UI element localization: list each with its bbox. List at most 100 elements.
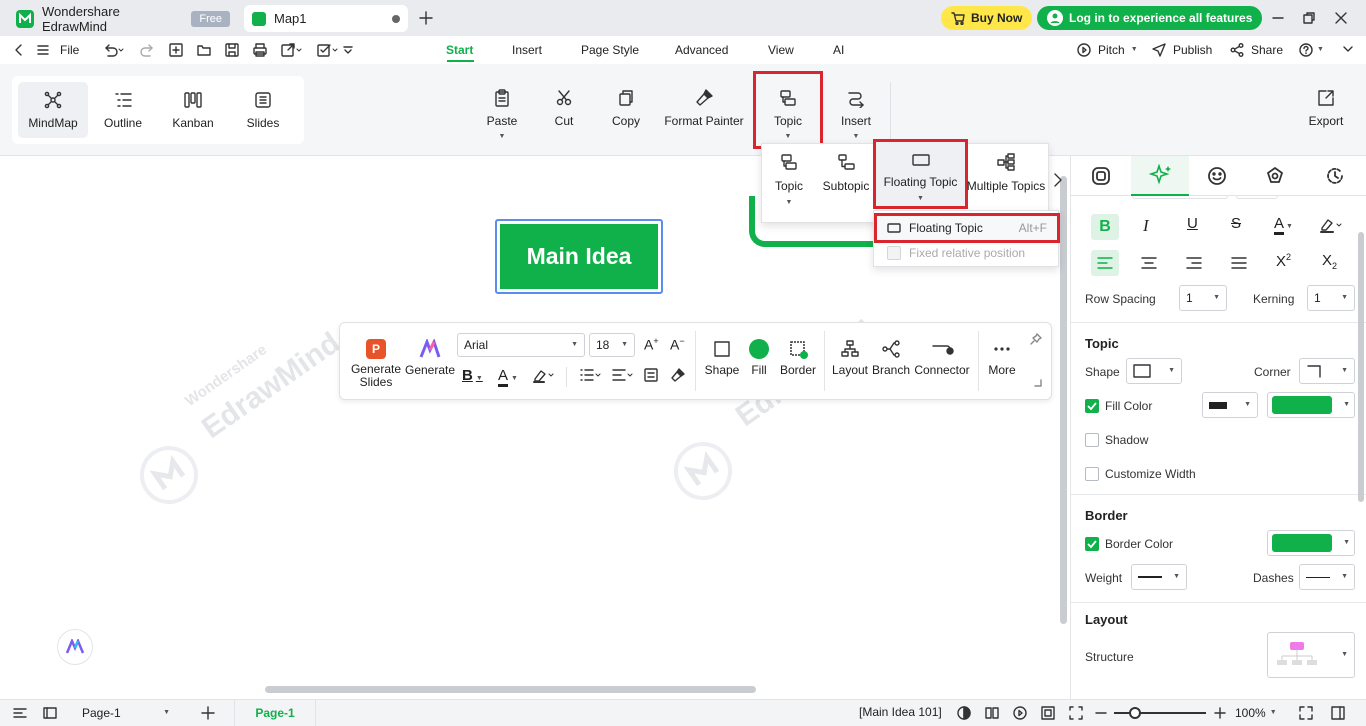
view-outline-button[interactable]: Outline: [88, 82, 158, 138]
buy-now-button[interactable]: Buy Now: [941, 6, 1033, 30]
connector-button[interactable]: Connector: [913, 339, 971, 377]
customize-toolbar-icon[interactable]: [342, 44, 354, 56]
zoom-slider-handle[interactable]: [1129, 707, 1141, 719]
panel-tab-ai[interactable]: [1131, 156, 1189, 196]
kerning-select[interactable]: 1 ▼: [1307, 285, 1355, 311]
main-idea-selection[interactable]: Main Idea: [495, 219, 663, 294]
theme-toggle-icon[interactable]: [956, 705, 972, 721]
dashes-select[interactable]: ▼: [1299, 564, 1355, 590]
popup-multiple-topics-button[interactable]: Multiple Topics: [966, 152, 1046, 193]
fill-color-checkbox[interactable]: [1085, 399, 1099, 413]
panel-tab-history-icon[interactable]: [1325, 166, 1345, 186]
undo-icon[interactable]: [102, 42, 124, 58]
cut-button[interactable]: Cut: [549, 88, 579, 128]
document-tab[interactable]: Map1: [244, 5, 408, 32]
collapse-panel-icon[interactable]: [1330, 705, 1346, 721]
close-icon[interactable]: [1331, 8, 1351, 28]
subscript-button[interactable]: X2: [1322, 252, 1337, 271]
ai-assistant-button[interactable]: [57, 629, 93, 665]
back-icon[interactable]: [12, 43, 26, 57]
panel-scrollbar[interactable]: [1358, 232, 1364, 502]
customize-width-checkbox[interactable]: [1085, 467, 1099, 481]
popup-floating-topic-button[interactable]: Floating Topic ▼: [873, 139, 968, 209]
topic-button[interactable]: Topic ▼: [753, 71, 823, 149]
hamburger-icon[interactable]: [36, 43, 50, 57]
view-slides-button[interactable]: Slides: [228, 82, 298, 138]
pitch-button[interactable]: Pitch ▼: [1076, 42, 1138, 58]
page-panel-icon[interactable]: [42, 705, 58, 721]
export-file-icon[interactable]: [280, 42, 302, 58]
panel-tab-emoji-icon[interactable]: [1207, 166, 1227, 186]
superscript-button[interactable]: X2: [1276, 252, 1291, 270]
popup-next-chevron-icon[interactable]: [1052, 172, 1064, 188]
zoom-out-icon[interactable]: [1094, 705, 1108, 721]
main-idea-topic[interactable]: Main Idea: [500, 224, 658, 289]
layout-button[interactable]: Layout: [830, 339, 870, 377]
zoom-slider[interactable]: [1114, 712, 1206, 714]
page-select[interactable]: Page-1 ▼: [76, 702, 176, 724]
text-highlight-icon[interactable]: [1319, 216, 1345, 234]
text-color-button[interactable]: A ▼: [1274, 215, 1293, 235]
view-kanban-button[interactable]: Kanban: [158, 82, 228, 138]
branch-button[interactable]: Branch: [871, 339, 911, 377]
minimize-icon[interactable]: [1268, 8, 1288, 28]
structure-select[interactable]: ▼: [1267, 632, 1355, 678]
publish-button[interactable]: Publish: [1151, 42, 1212, 58]
app-tab[interactable]: Wondershare EdrawMind Free: [8, 4, 238, 34]
justify-icon[interactable]: [1231, 256, 1247, 270]
numbering-icon[interactable]: [579, 367, 603, 383]
panel-tab-style-icon[interactable]: [1091, 166, 1111, 186]
insert-button[interactable]: Insert ▼: [838, 88, 874, 140]
unsaved-dot-icon[interactable]: [392, 14, 400, 23]
underline-button[interactable]: U: [1187, 215, 1198, 232]
format-painter-button[interactable]: Format Painter: [662, 88, 746, 128]
print-icon[interactable]: [252, 42, 268, 58]
save-icon[interactable]: [224, 42, 240, 58]
horizontal-scrollbar[interactable]: [265, 686, 756, 693]
page-tab[interactable]: Page-1: [234, 700, 316, 726]
tab-page-style[interactable]: Page Style: [581, 43, 639, 57]
export-button[interactable]: Export: [1306, 88, 1346, 128]
generate-button[interactable]: Generate: [405, 339, 455, 377]
add-page-icon[interactable]: [200, 705, 216, 721]
increase-font-icon[interactable]: A+: [644, 336, 659, 353]
help-button[interactable]: ▼: [1298, 42, 1324, 58]
fit-screen-icon[interactable]: [1040, 705, 1056, 721]
resize-corner-icon[interactable]: [1034, 379, 1042, 387]
login-button[interactable]: Log in to experience all features: [1037, 6, 1263, 30]
tab-view[interactable]: View: [768, 43, 794, 57]
italic-button[interactable]: I: [1143, 216, 1149, 236]
bold-button[interactable]: B: [1091, 214, 1119, 240]
open-folder-icon[interactable]: [196, 42, 212, 58]
zoom-select[interactable]: 100% ▼: [1235, 706, 1277, 720]
highlight-icon[interactable]: [532, 367, 556, 383]
font-size-select[interactable]: 18 ▼: [589, 333, 635, 357]
more-menu-icon[interactable]: [1340, 42, 1356, 58]
tab-start[interactable]: Start: [446, 43, 473, 57]
tab-insert[interactable]: Insert: [512, 43, 542, 57]
page-outline-icon[interactable]: [12, 705, 28, 721]
decrease-font-icon[interactable]: A−: [670, 336, 685, 353]
restore-icon[interactable]: [1299, 8, 1319, 28]
new-file-icon[interactable]: [168, 42, 184, 58]
font-color-icon[interactable]: A ▼: [498, 367, 518, 387]
bold-underline-icon[interactable]: B ▼: [462, 367, 483, 384]
align-center-icon[interactable]: [1141, 256, 1157, 270]
view-mindmap-button[interactable]: MindMap: [18, 82, 88, 138]
align-icon[interactable]: [611, 367, 635, 383]
book-view-icon[interactable]: [984, 705, 1000, 721]
panel-tab-theme-icon[interactable]: [1265, 166, 1285, 186]
full-screen-icon[interactable]: [1068, 705, 1084, 721]
popup-subtopic-button[interactable]: Subtopic: [820, 152, 872, 193]
new-tab-icon[interactable]: [418, 10, 434, 26]
generate-slides-button[interactable]: P Generate Slides: [350, 339, 402, 389]
play-icon[interactable]: [1012, 705, 1028, 721]
weight-select[interactable]: ▼: [1131, 564, 1187, 590]
share-button[interactable]: Share: [1229, 42, 1283, 58]
pin-icon[interactable]: [1030, 333, 1042, 345]
copy-button[interactable]: Copy: [608, 88, 644, 128]
vertical-scrollbar[interactable]: [1060, 176, 1067, 624]
border-color-checkbox[interactable]: [1085, 537, 1099, 551]
row-spacing-select[interactable]: 1 ▼: [1179, 285, 1227, 311]
text-box-icon[interactable]: [643, 367, 659, 383]
